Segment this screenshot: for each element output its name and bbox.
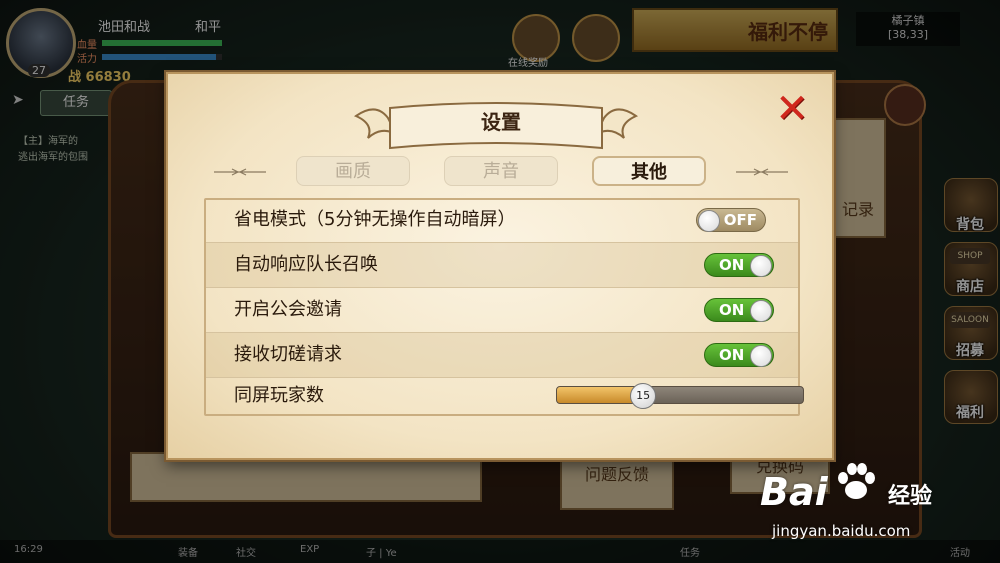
tab-sound[interactable]: 声音	[444, 156, 558, 186]
setting-label: 省电模式（5分钟无操作自动暗屏）	[234, 209, 516, 230]
toggle-knob	[698, 210, 720, 232]
toggle-state: ON	[719, 301, 745, 319]
player-count-slider[interactable]: 15	[556, 383, 804, 409]
toggle-knob	[750, 255, 772, 277]
setting-row-captain-summon: 自动响应队长召唤 ON	[206, 243, 798, 288]
setting-label: 同屏玩家数	[234, 385, 324, 406]
tab-other[interactable]: 其他	[592, 156, 706, 186]
tab-graphics[interactable]: 画质	[296, 156, 410, 186]
captain-summon-toggle[interactable]: ON	[704, 253, 774, 277]
duel-request-toggle[interactable]: ON	[704, 343, 774, 367]
setting-row-duel-request: 接收切磋请求 ON	[206, 333, 798, 378]
guild-invite-toggle[interactable]: ON	[704, 298, 774, 322]
setting-row-player-count: 同屏玩家数 15	[206, 374, 804, 419]
setting-row-guild-invite: 开启公会邀请 ON	[206, 288, 798, 333]
toggle-knob	[750, 300, 772, 322]
setting-label: 接收切磋请求	[234, 344, 342, 365]
toggle-knob	[750, 345, 772, 367]
toggle-state: ON	[719, 256, 745, 274]
dialog-title: 设置	[481, 110, 521, 134]
toggle-state: OFF	[723, 211, 757, 229]
watermark-brand: Bai	[760, 470, 828, 514]
watermark-url: jingyan.baidu.com	[772, 522, 911, 540]
slider-thumb[interactable]: 15	[630, 383, 657, 409]
ornament-left-icon	[214, 168, 266, 176]
settings-dialog: 设置 ✕ 画质 声音 其他 省电模式（5分钟无操作自动暗屏） OFF 自动响应队…	[166, 72, 834, 460]
toggle-state: ON	[719, 346, 745, 364]
setting-label: 开启公会邀请	[234, 299, 342, 320]
setting-label: 自动响应队长召唤	[234, 254, 378, 275]
paw-icon	[838, 463, 875, 499]
ornament-right-icon	[736, 168, 788, 176]
power-saving-toggle[interactable]: OFF	[696, 208, 766, 232]
watermark-brand-cn: 经验	[888, 484, 933, 509]
close-icon[interactable]: ✕	[774, 89, 810, 129]
setting-row-power-saving: 省电模式（5分钟无操作自动暗屏） OFF	[206, 198, 798, 243]
